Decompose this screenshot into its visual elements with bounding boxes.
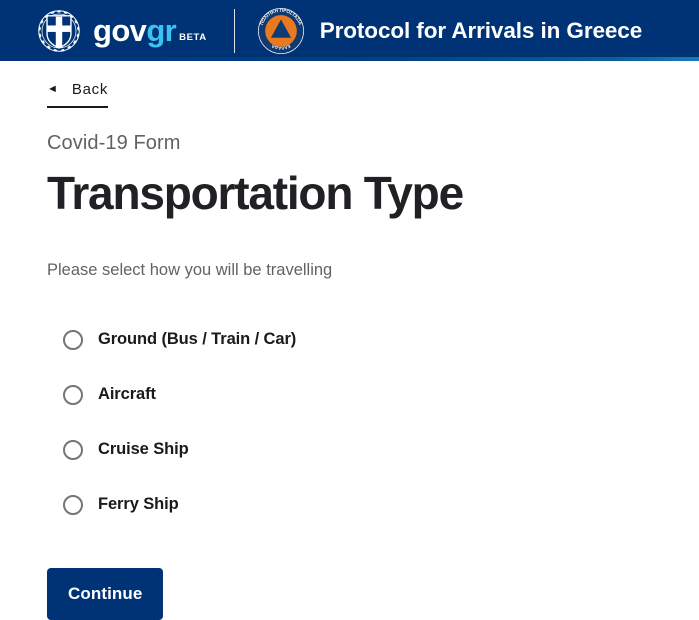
radio-circle-icon[interactable] [63, 384, 83, 405]
header-divider [233, 8, 235, 53]
radio-option-label: Ground (Bus / Train / Car) [98, 330, 297, 349]
transportation-type-radio-group: Ground (Bus / Train / Car) Aircraft Crui… [47, 312, 652, 532]
civil-protection-greece-emblem-icon: ΠΟΛΙΤΙΚΗ ΠΡΟΣΤΑΣΙΑ ΕΛΛΑΔΑ [257, 6, 305, 55]
beta-badge: BETA [179, 32, 207, 43]
radio-option-cruise-ship[interactable]: Cruise Ship [47, 422, 652, 477]
form-eyebrow: Covid-19 Form [47, 132, 181, 154]
page-title: Transportation Type [47, 167, 464, 219]
radio-circle-icon[interactable] [63, 329, 83, 350]
radio-circle-icon[interactable] [63, 439, 83, 460]
page-content: ◄ Back Covid-19 Form Transportation Type… [0, 61, 699, 620]
back-button-label: Back [71, 81, 109, 98]
radio-circle-icon[interactable] [63, 494, 83, 515]
govgr-wordmark-gr: gr [146, 13, 177, 48]
radio-option-aircraft[interactable]: Aircraft [47, 367, 652, 422]
radio-option-ground[interactable]: Ground (Bus / Train / Car) [47, 312, 652, 367]
header-title: Protocol for Arrivals in Greece [319, 17, 643, 43]
continue-button[interactable]: Continue [47, 568, 164, 620]
govgr-wordmark-gov: gov [93, 13, 147, 48]
govgr-wordmark: gov gr BETA [93, 15, 207, 46]
hellenic-republic-coat-of-arms-icon [36, 8, 82, 54]
back-arrow-icon: ◄ [47, 83, 58, 95]
form-instructions: Please select how you will be travelling [47, 261, 333, 280]
radio-option-label: Aircraft [98, 385, 156, 404]
back-button[interactable]: ◄ Back [47, 81, 109, 108]
govgr-brand[interactable]: gov gr BETA [36, 8, 207, 54]
radio-option-ferry-ship[interactable]: Ferry Ship [47, 477, 652, 532]
radio-option-label: Ferry Ship [98, 495, 179, 514]
radio-option-label: Cruise Ship [98, 440, 189, 459]
site-header: gov gr BETA ΠΟΛΙΤΙΚΗ ΠΡΟΣΤΑΣΙΑ ΕΛΛΑΔΑ Prot… [0, 0, 699, 61]
